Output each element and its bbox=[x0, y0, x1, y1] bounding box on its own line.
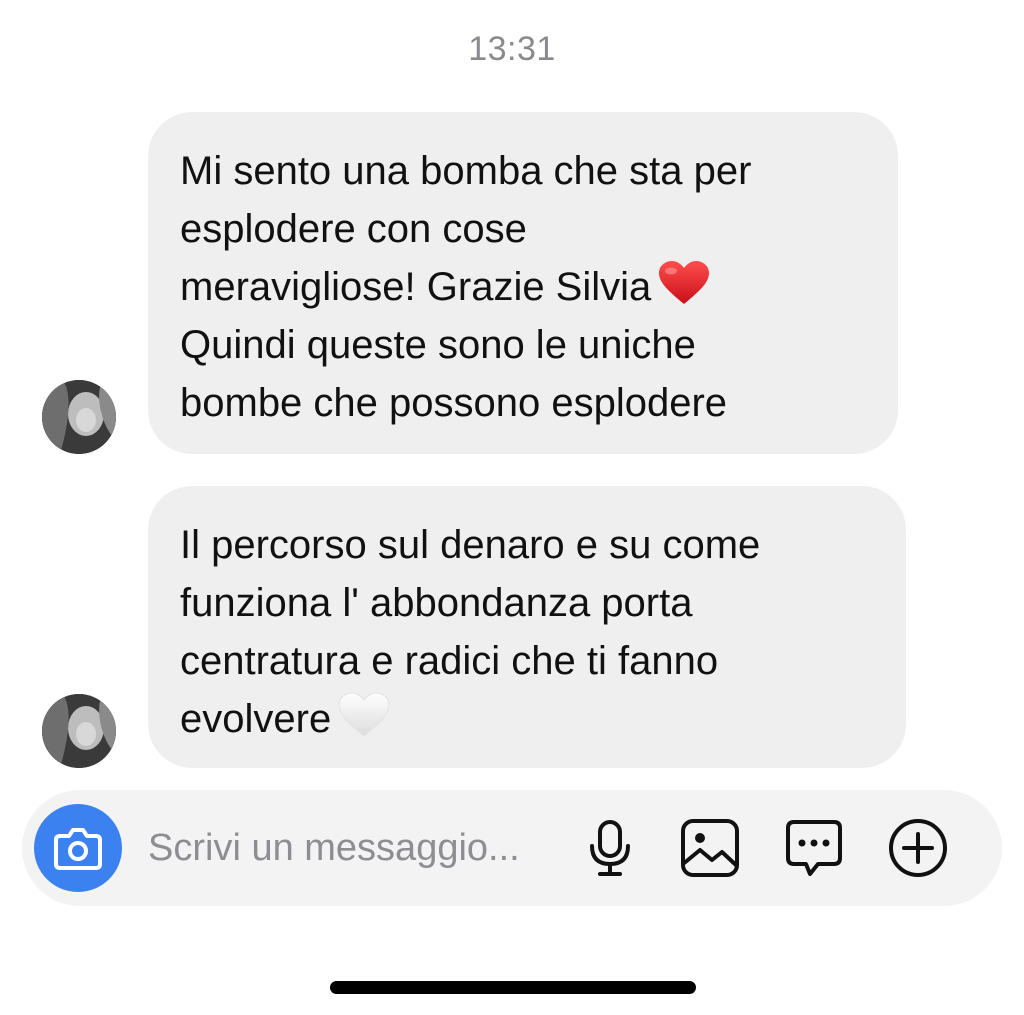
microphone-icon[interactable] bbox=[578, 816, 642, 880]
white-heart-icon bbox=[337, 692, 391, 738]
timestamp: 13:31 bbox=[468, 30, 556, 68]
image-icon[interactable] bbox=[678, 816, 742, 880]
avatar[interactable] bbox=[42, 694, 116, 768]
message-row: Mi sento una bomba che sta per esplodere… bbox=[0, 112, 1024, 454]
plus-circle-icon[interactable] bbox=[886, 816, 950, 880]
camera-button[interactable] bbox=[34, 804, 122, 892]
home-indicator[interactable] bbox=[330, 981, 696, 994]
camera-icon bbox=[54, 828, 102, 870]
message-row: Il percorso sul denaro e su come funzion… bbox=[0, 486, 1024, 768]
message-composer bbox=[22, 790, 1002, 906]
avatar[interactable] bbox=[42, 380, 116, 454]
message-text-continued: Quindi queste sono le uniche bombe che p… bbox=[180, 323, 728, 425]
message-bubble[interactable]: Il percorso sul denaro e su come funzion… bbox=[148, 486, 906, 768]
sticker-chat-icon[interactable] bbox=[782, 816, 846, 880]
message-input[interactable] bbox=[148, 824, 568, 872]
message-bubble[interactable]: Mi sento una bomba che sta per esplodere… bbox=[148, 112, 898, 454]
red-heart-icon bbox=[657, 260, 711, 306]
message-text: Il percorso sul denaro e su come funzion… bbox=[180, 523, 761, 741]
